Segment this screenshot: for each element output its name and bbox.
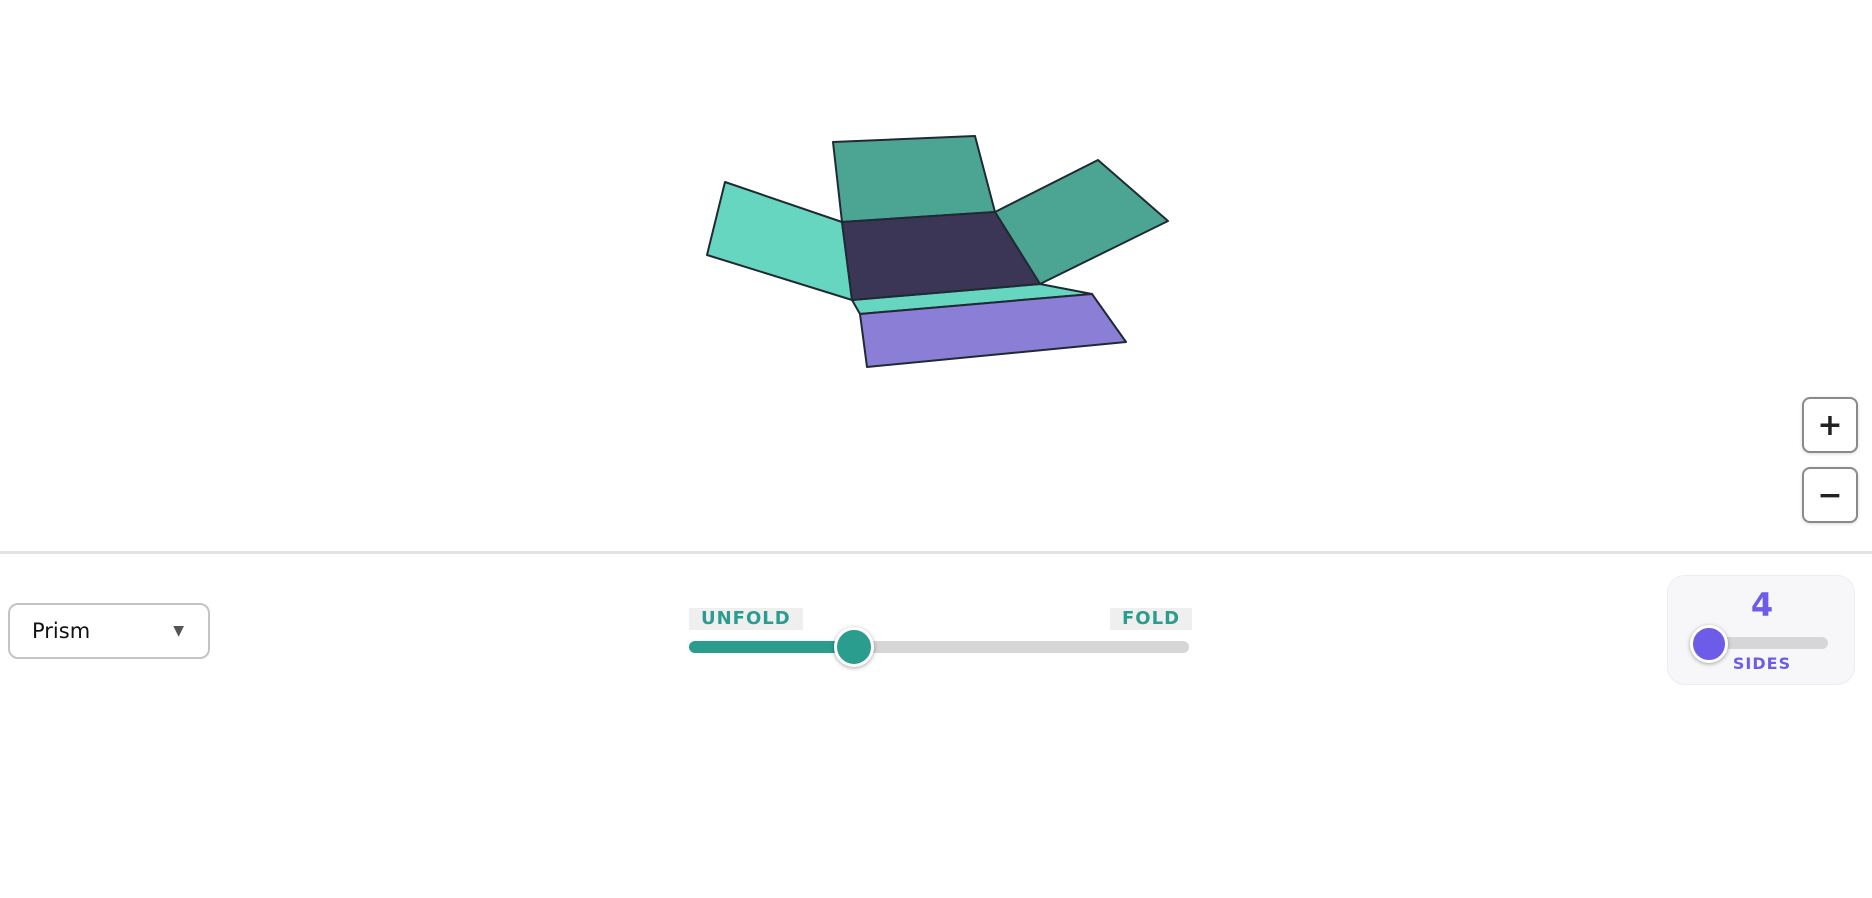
fold-label: FOLD <box>1110 608 1193 630</box>
shape-select-value: Prism <box>32 619 91 643</box>
shape-select[interactable]: Prism ▼ <box>8 603 210 659</box>
sides-panel: 4 SIDES <box>1667 575 1855 685</box>
zoom-in-button[interactable]: + <box>1802 397 1858 453</box>
fold-slider-thumb[interactable] <box>834 627 874 667</box>
fold-slider-fill <box>689 641 854 653</box>
net-face-top <box>832 135 996 223</box>
panel-divider <box>0 551 1872 554</box>
unfold-label: UNFOLD <box>689 608 803 630</box>
chevron-down-icon: ▼ <box>173 623 184 639</box>
zoom-out-button[interactable]: − <box>1802 467 1858 523</box>
net-face-left <box>706 181 853 301</box>
net-canvas[interactable] <box>0 0 1872 552</box>
sides-label: SIDES <box>1732 654 1792 673</box>
fold-slider-track[interactable] <box>689 641 1189 653</box>
sides-value: 4 <box>1750 586 1774 624</box>
